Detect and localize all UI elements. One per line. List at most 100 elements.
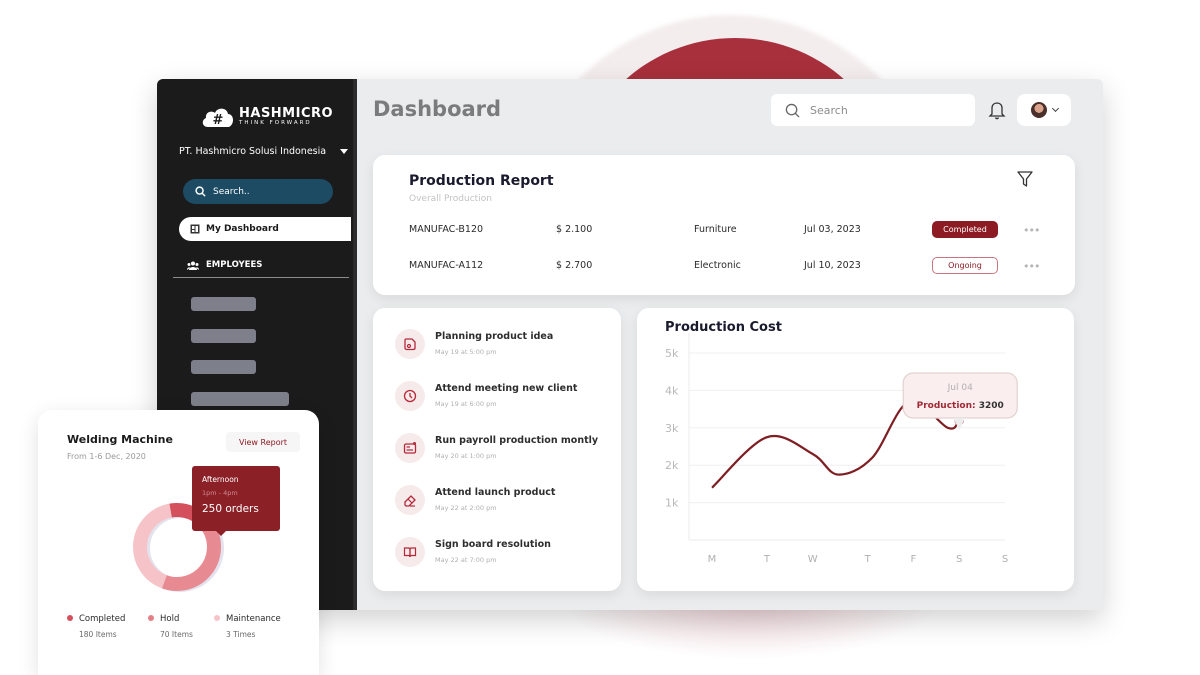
note-icon [395,329,425,359]
sidebar-item-placeholder[interactable] [191,392,289,406]
sidebar-search-placeholder: Search.. [213,186,250,197]
search-icon [195,186,206,197]
task-item[interactable]: Sign board resolution May 22 at 7:00 pm [395,535,551,569]
sidebar-item-label: My Dashboard [206,224,279,234]
company-selector[interactable]: PT. Hashmicro Solusi Indonesia [179,146,349,157]
search-input[interactable]: Search [771,94,975,126]
search-icon [785,103,800,118]
book-icon [395,537,425,567]
bell-icon[interactable] [988,100,1006,120]
eraser-icon [395,485,425,515]
donut-tooltip: Afternoon 1pm - 4pm 250 orders [192,466,280,536]
legend-maintenance: Maintenance 3 Times [214,614,281,639]
brand-name: HASHMICRO [239,106,334,122]
cell-code: MANUFAC-A112 [409,260,484,271]
sidebar-item-my-dashboard[interactable]: My Dashboard [179,217,351,241]
more-icon[interactable]: ••• [1023,224,1040,237]
cloud-hash-icon: # [202,108,234,128]
legend-dot [214,615,220,621]
chart-tooltip-value: Production: 3200 [917,401,1004,411]
tooltip-label: Afternoon [202,475,239,484]
status-badge: Completed [932,221,998,238]
report-title: Production Report [409,173,554,189]
donut-segment-hold[interactable] [161,525,221,591]
legend-completed: Completed 180 Items [67,614,125,639]
company-name: PT. Hashmicro Solusi Indonesia [179,146,327,157]
sidebar-item-placeholder[interactable] [191,329,256,343]
legend-value: 180 Items [79,630,117,639]
sidebar-item-placeholder[interactable] [191,360,256,374]
legend-label: Completed [79,614,126,624]
cell-category: Electronic [694,260,741,271]
y-tick-label: 2k [665,459,679,472]
sidebar-section-employees[interactable]: EMPLOYEES [187,260,262,270]
main-content: Dashboard Search Production Report Overa… [357,79,1103,610]
y-tick-label: 4k [665,384,679,397]
legend-label: Hold [160,614,180,624]
task-item[interactable]: Planning product idea May 19 at 5:00 pm [395,327,553,361]
cell-category: Furniture [694,224,737,235]
legend-label: Maintenance [226,614,281,624]
cell-date: Jul 10, 2023 [804,260,861,271]
x-tick-label: S [956,554,962,565]
search-placeholder: Search [810,103,848,117]
sidebar-section-label: EMPLOYEES [206,260,263,270]
page-title: Dashboard [373,97,502,121]
brand-tagline: THINK FORWARD [239,120,312,127]
task-item[interactable]: Run payroll production montly May 20 at 1… [395,431,598,465]
users-icon [187,261,199,270]
cell-amount: $ 2.700 [556,260,593,271]
cell-code: MANUFAC-B120 [409,224,484,235]
tooltip-value: 250 orders [202,503,259,515]
stage: # HASHMICRO THINK FORWARD PT. Hashmicro … [0,0,1200,675]
task-time: May 19 at 5:00 pm [435,348,497,356]
legend-value: 70 Items [160,630,193,639]
production-cost-chart: 1k 2k 3k 4k 5k M T W T F S S Jul 04 Production: 3200 [665,333,1018,565]
task-title: Attend meeting new client [435,383,578,394]
table-row[interactable]: MANUFAC-A112 $ 2.700 Electronic Jul 10, … [409,257,1040,277]
x-tick-label: F [911,554,917,565]
tooltip-time: 1pm - 4pm [202,489,238,497]
payroll-icon [395,433,425,463]
task-title: Planning product idea [435,331,554,342]
task-time: May 19 at 6:00 pm [435,400,497,408]
production-report-card: Production Report Overall Production MAN… [373,155,1075,295]
chart-tooltip-date: Jul 04 [947,383,973,393]
task-item[interactable]: Attend launch product May 22 at 2:00 pm [395,483,555,517]
brand-logo: # HASHMICRO THINK FORWARD [201,106,333,128]
task-item[interactable]: Attend meeting new client May 19 at 6:00 … [395,379,577,413]
dashboard-icon [190,224,200,234]
legend-dot [148,615,154,621]
y-tick-label: 5k [665,347,679,360]
task-title: Attend launch product [435,487,556,498]
x-tick-label: T [763,554,771,565]
production-cost-card: Production Cost 1k 2k 3k 4k 5k M T W T F S S Jul 04 P… [637,308,1074,591]
avatar [1030,102,1047,118]
task-time: May 22 at 2:00 pm [435,504,497,512]
svg-text:#: # [213,113,224,128]
sidebar-divider [173,277,349,278]
table-row[interactable]: MANUFAC-B120 $ 2.100 Furniture Jul 03, 2… [409,221,1040,241]
x-tick-label: T [864,554,872,565]
chart-tooltip-box [902,372,1018,419]
task-title: Sign board resolution [435,539,551,550]
caret-down-icon [340,149,349,154]
status-badge: Ongoing [932,257,998,274]
cell-amount: $ 2.100 [556,224,593,235]
sidebar-search-input[interactable]: Search.. [183,179,333,204]
chevron-down-icon [1051,104,1059,113]
tasks-card: Planning product idea May 19 at 5:00 pm A… [373,308,621,591]
legend-dot [67,615,73,621]
more-icon[interactable]: ••• [1023,260,1040,273]
task-time: May 22 at 7:00 pm [435,556,497,564]
sidebar-item-placeholder[interactable] [191,297,256,311]
filter-icon[interactable] [1016,170,1034,188]
y-tick-label: 1k [665,497,679,510]
cell-date: Jul 03, 2023 [804,224,861,235]
report-subtitle: Overall Production [409,194,492,204]
welding-machine-card: Welding Machine From 1-6 Dec, 2020 View … [38,410,319,675]
legend-hold: Hold 70 Items [148,614,193,639]
profile-menu[interactable] [1017,94,1071,126]
x-tick-label: M [708,554,717,565]
legend-value: 3 Times [226,630,256,639]
